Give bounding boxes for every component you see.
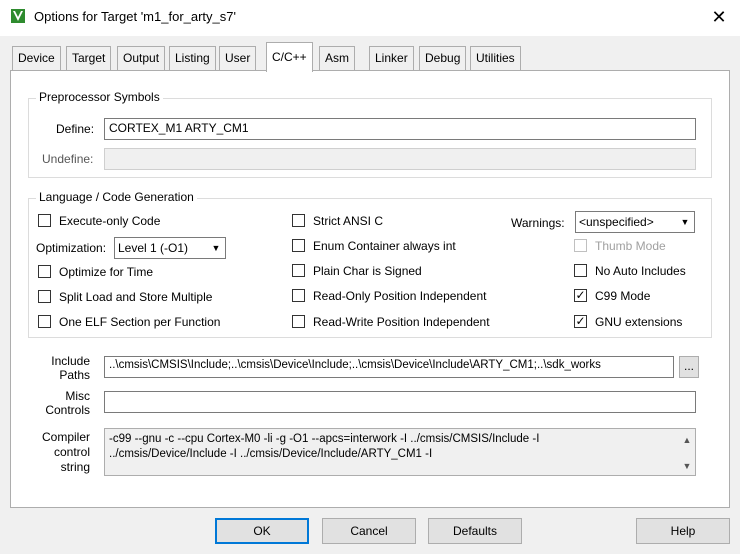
checkbox-box (38, 315, 51, 329)
scroll-up-icon[interactable]: ▲ (681, 433, 693, 445)
include-paths-input[interactable]: ..\cmsis\CMSIS\Include;..\cmsis\Device\I… (104, 356, 674, 378)
ro-pi-checkbox[interactable]: Read-Only Position Independent (292, 289, 486, 305)
include-label-line1: Include (51, 354, 90, 368)
undefine-input[interactable] (104, 148, 696, 170)
tab-target[interactable]: Target (66, 46, 112, 70)
enum-container-checkbox[interactable]: Enum Container always int (292, 239, 456, 255)
tab-utilities[interactable]: Utilities (470, 46, 521, 70)
close-icon[interactable]: ✕ (704, 4, 734, 30)
execute-only-checkbox[interactable]: Execute-only Code (38, 214, 160, 230)
no-auto-includes-label: No Auto Includes (595, 264, 686, 278)
checkbox-box (292, 264, 305, 278)
chevron-down-icon: ▼ (680, 217, 690, 227)
checkmark-icon: ✓ (574, 288, 587, 303)
compiler-label-line2: control (53, 445, 90, 459)
preprocessor-group-title: Preprocessor Symbols (36, 90, 163, 104)
defaults-button[interactable]: Defaults (428, 518, 522, 544)
include-browse-button[interactable]: ... (679, 356, 699, 378)
misc-label-line1: Misc (65, 389, 90, 403)
checkbox-box (38, 265, 51, 279)
optimize-time-label: Optimize for Time (59, 265, 154, 279)
define-label: Define: (56, 122, 95, 136)
thumb-mode-label: Thumb Mode (595, 239, 666, 253)
language-group-title: Language / Code Generation (36, 190, 197, 204)
warnings-select[interactable]: <unspecified> ▼ (575, 211, 695, 233)
include-label-line2: Paths (59, 368, 90, 382)
tab-linker[interactable]: Linker (369, 46, 414, 70)
warnings-value: <unspecified> (579, 215, 654, 229)
define-input[interactable]: CORTEX_M1 ARTY_CM1 (104, 118, 696, 140)
execute-only-label: Execute-only Code (59, 214, 161, 228)
c99-mode-label: C99 Mode (595, 289, 651, 303)
checkbox-box (38, 214, 51, 228)
optimize-time-checkbox[interactable]: Optimize for Time (38, 265, 153, 281)
one-elf-label: One ELF Section per Function (59, 315, 221, 329)
compiler-label-line1: Compiler (41, 430, 90, 444)
chevron-down-icon: ▼ (211, 243, 221, 253)
misc-label-line2: Controls (45, 403, 90, 417)
compiler-label-line3: string (60, 460, 90, 474)
compiler-line2: ../cmsis/Device/Include -I ../cmsis/Devi… (109, 448, 433, 460)
checkbox-box (292, 214, 305, 228)
checkbox-box (38, 290, 51, 304)
optimization-select[interactable]: Level 1 (-O1) ▼ (114, 237, 226, 259)
compiler-string-label: Compiler control string (36, 430, 90, 475)
split-load-checkbox[interactable]: Split Load and Store Multiple (38, 290, 212, 306)
ok-button[interactable]: OK (215, 518, 309, 544)
strict-ansi-label: Strict ANSI C (313, 214, 384, 228)
tab-output[interactable]: Output (117, 46, 166, 70)
checkbox-box (292, 289, 305, 303)
enum-container-label: Enum Container always int (313, 239, 456, 253)
compiler-string-textarea[interactable]: -c99 --gnu -c --cpu Cortex-M0 -li -g -O1… (104, 428, 696, 476)
thumb-mode-checkbox: Thumb Mode (574, 239, 666, 255)
one-elf-checkbox[interactable]: One ELF Section per Function (38, 315, 220, 331)
c99-mode-checkbox[interactable]: ✓ C99 Mode (574, 289, 650, 305)
window-title: Options for Target 'm1_for_arty_s7' (34, 9, 236, 24)
misc-controls-input[interactable] (104, 391, 696, 413)
warnings-label: Warnings: (511, 216, 565, 230)
gnu-extensions-label: GNU extensions (595, 315, 683, 329)
strict-ansi-checkbox[interactable]: Strict ANSI C (292, 214, 383, 230)
checkbox-box (574, 264, 587, 278)
scroll-down-icon[interactable]: ▼ (681, 459, 693, 471)
misc-controls-label: Misc Controls (36, 389, 90, 417)
tab-asm[interactable]: Asm (319, 46, 355, 70)
compiler-line1: -c99 --gnu -c --cpu Cortex-M0 -li -g -O1… (109, 433, 540, 445)
app-logo-icon (10, 8, 26, 24)
include-paths-label: Include Paths (44, 354, 90, 382)
no-auto-includes-checkbox[interactable]: No Auto Includes (574, 264, 686, 280)
checkbox-box (292, 315, 305, 329)
optimization-label: Optimization: (36, 241, 107, 255)
optimization-value: Level 1 (-O1) (118, 241, 189, 255)
tab-listing[interactable]: Listing (169, 46, 216, 70)
ro-pi-label: Read-Only Position Independent (313, 289, 487, 303)
cancel-button[interactable]: Cancel (322, 518, 416, 544)
tab-device[interactable]: Device (12, 46, 61, 70)
help-button[interactable]: Help (636, 518, 730, 544)
checkmark-icon: ✓ (574, 314, 587, 329)
plain-char-checkbox[interactable]: Plain Char is Signed (292, 264, 422, 280)
undefine-label: Undefine: (42, 152, 94, 166)
split-load-label: Split Load and Store Multiple (59, 290, 213, 304)
checkbox-box (574, 239, 587, 253)
gnu-extensions-checkbox[interactable]: ✓ GNU extensions (574, 315, 682, 331)
tab-c-cpp[interactable]: C/C++ (266, 42, 313, 72)
plain-char-label: Plain Char is Signed (313, 264, 422, 278)
rw-pi-label: Read-Write Position Independent (313, 315, 490, 329)
tab-user[interactable]: User (219, 46, 257, 70)
tab-debug[interactable]: Debug (419, 46, 467, 70)
checkbox-box (292, 239, 305, 253)
rw-pi-checkbox[interactable]: Read-Write Position Independent (292, 315, 490, 331)
